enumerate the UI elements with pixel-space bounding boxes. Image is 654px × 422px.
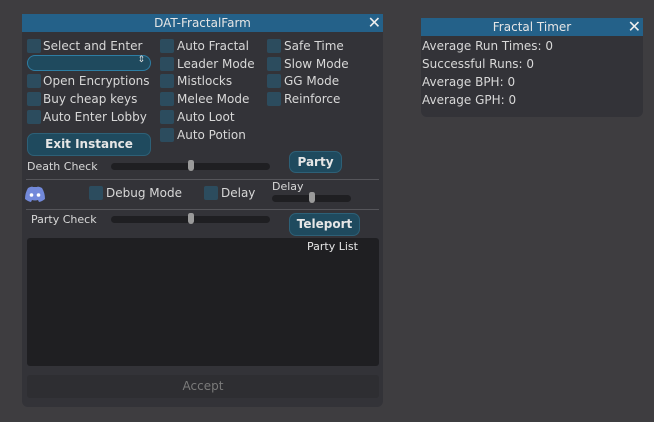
- timer-title: Fractal Timer: [492, 20, 572, 34]
- divider: [26, 179, 379, 180]
- checkbox-delay[interactable]: [204, 186, 218, 200]
- average-gph: Average GPH: 0: [422, 93, 517, 107]
- window-title: DAT-FractalFarm: [154, 16, 251, 30]
- checkbox-auto-loot[interactable]: [160, 110, 174, 124]
- close-icon[interactable]: ✕: [368, 14, 381, 32]
- label-auto-potion: Auto Potion: [177, 128, 246, 142]
- checkbox-auto-enter-lobby[interactable]: [27, 110, 41, 124]
- label-gg-mode: GG Mode: [284, 74, 340, 88]
- exit-instance-button[interactable]: Exit Instance: [27, 133, 151, 156]
- delay-slider-label: Delay: [272, 180, 304, 193]
- delay-slider[interactable]: [272, 192, 351, 203]
- checkbox-select-and-enter[interactable]: [27, 39, 41, 53]
- instance-dropdown[interactable]: ⇕: [27, 55, 151, 71]
- label-mistlocks: Mistlocks: [177, 74, 233, 88]
- discord-icon[interactable]: [24, 186, 46, 205]
- label-debug-mode: Debug Mode: [106, 186, 182, 200]
- party-check-label: Party Check: [31, 213, 97, 226]
- label-melee-mode: Melee Mode: [177, 92, 250, 106]
- fractal-farm-window: DAT-FractalFarm ✕ Select and Enter ⇕ Open…: [22, 14, 383, 407]
- label-safe-time: Safe Time: [284, 39, 344, 53]
- slider-thumb[interactable]: [187, 213, 194, 224]
- checkbox-mistlocks[interactable]: [160, 74, 174, 88]
- average-bph: Average BPH: 0: [422, 75, 516, 89]
- checkbox-slow-mode[interactable]: [267, 57, 281, 71]
- divider: [26, 209, 379, 210]
- label-select-and-enter: Select and Enter: [43, 39, 143, 53]
- party-check-slider[interactable]: [111, 213, 270, 224]
- label-auto-enter-lobby: Auto Enter Lobby: [43, 110, 147, 124]
- accept-button[interactable]: Accept: [27, 375, 379, 398]
- checkbox-buy-cheap-keys[interactable]: [27, 92, 41, 106]
- slider-thumb[interactable]: [187, 160, 194, 171]
- close-icon[interactable]: ✕: [628, 18, 641, 36]
- label-slow-mode: Slow Mode: [284, 57, 349, 71]
- timer-title-bar[interactable]: Fractal Timer ✕: [421, 18, 643, 36]
- updown-icon: ⇕: [137, 55, 145, 65]
- label-auto-fractal: Auto Fractal: [177, 39, 249, 53]
- label-auto-loot: Auto Loot: [177, 110, 235, 124]
- checkbox-leader-mode[interactable]: [160, 57, 174, 71]
- checkbox-melee-mode[interactable]: [160, 92, 174, 106]
- label-buy-cheap-keys: Buy cheap keys: [43, 92, 138, 106]
- party-list[interactable]: Party List: [27, 238, 379, 366]
- checkbox-gg-mode[interactable]: [267, 74, 281, 88]
- checkbox-reinforce[interactable]: [267, 92, 281, 106]
- label-open-encryptions: Open Encryptions: [43, 74, 150, 88]
- average-run-times: Average Run Times: 0: [422, 39, 554, 53]
- teleport-la-button[interactable]: Teleport LA: [289, 213, 360, 252]
- death-check-slider[interactable]: [111, 160, 270, 171]
- label-leader-mode: Leader Mode: [177, 57, 255, 71]
- successful-runs: Successful Runs: 0: [422, 57, 535, 71]
- window-title-bar[interactable]: DAT-FractalFarm ✕: [22, 14, 383, 32]
- checkbox-auto-potion[interactable]: [160, 128, 174, 142]
- slider-thumb[interactable]: [308, 192, 315, 203]
- fractal-timer-window: Fractal Timer ✕ Average Run Times: 0 Succ…: [421, 18, 643, 117]
- party-list-label: Party List: [307, 240, 358, 253]
- checkbox-safe-time[interactable]: [267, 39, 281, 53]
- label-reinforce: Reinforce: [284, 92, 341, 106]
- checkbox-auto-fractal[interactable]: [160, 39, 174, 53]
- label-delay: Delay: [221, 186, 256, 200]
- death-check-label: Death Check: [27, 160, 98, 173]
- party-button[interactable]: Party: [289, 151, 342, 173]
- checkbox-open-encryptions[interactable]: [27, 74, 41, 88]
- checkbox-debug-mode[interactable]: [89, 186, 103, 200]
